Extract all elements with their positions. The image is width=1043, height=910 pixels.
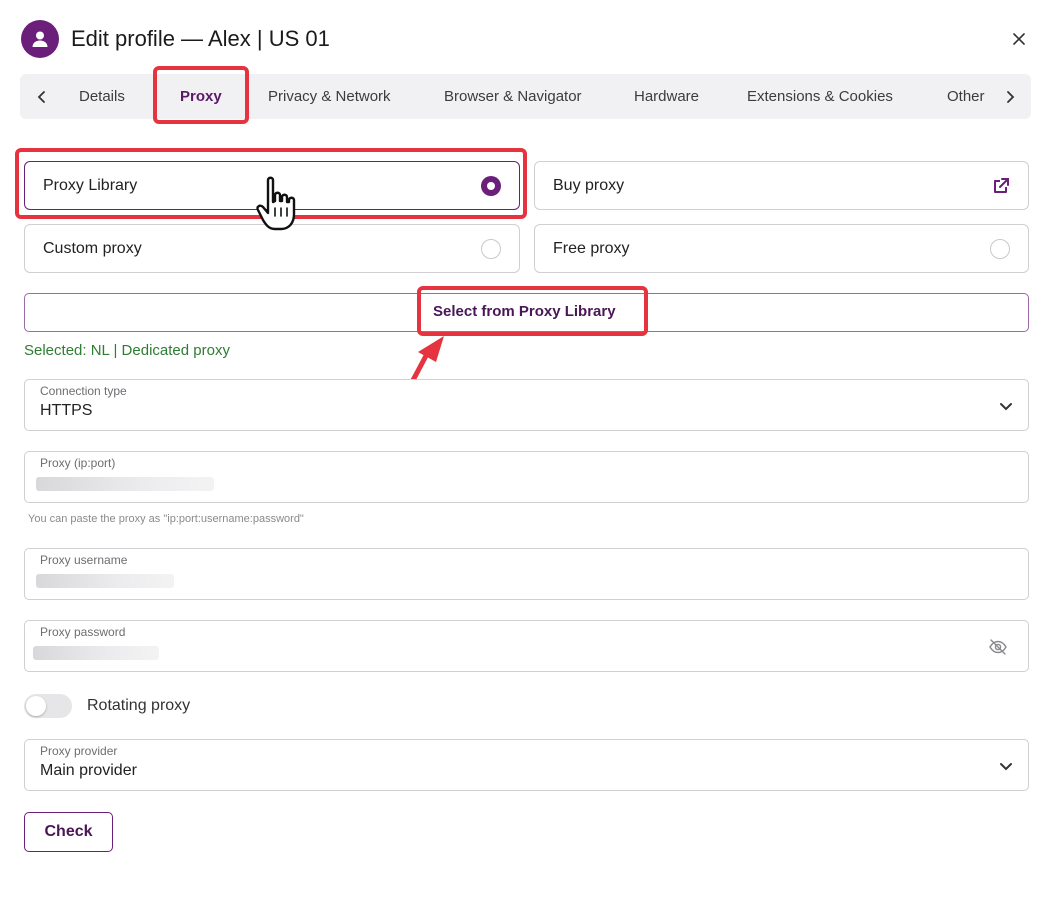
proxy-password-value-redacted bbox=[33, 646, 159, 660]
proxy-password-field[interactable]: Proxy password bbox=[24, 620, 1029, 672]
free-proxy-option[interactable]: Free proxy bbox=[534, 224, 1029, 273]
proxy-provider-label: Proxy provider bbox=[40, 744, 118, 758]
proxy-ip-port-field[interactable]: Proxy (ip:port) bbox=[24, 451, 1029, 503]
connection-type-select[interactable]: Connection type HTTPS bbox=[24, 379, 1029, 431]
custom-proxy-radio[interactable] bbox=[481, 238, 501, 259]
tab-privacy-network[interactable]: Privacy & Network bbox=[268, 74, 391, 119]
tab-details[interactable]: Details bbox=[79, 74, 125, 119]
chevron-right-icon bbox=[1007, 90, 1015, 103]
rotating-proxy-toggle[interactable] bbox=[24, 694, 72, 718]
proxy-password-label: Proxy password bbox=[40, 625, 126, 639]
select-from-library-button[interactable]: Select from Proxy Library bbox=[433, 303, 616, 320]
free-proxy-radio[interactable] bbox=[990, 238, 1010, 259]
proxy-ip-port-label: Proxy (ip:port) bbox=[40, 456, 116, 470]
tab-browser-navigator[interactable]: Browser & Navigator bbox=[444, 74, 582, 119]
proxy-library-radio[interactable] bbox=[481, 175, 501, 196]
chevron-down-icon bbox=[1000, 763, 1012, 771]
proxy-username-label: Proxy username bbox=[40, 553, 128, 567]
external-link-icon bbox=[994, 177, 1009, 193]
dialog-title: Edit profile — Alex | US 01 bbox=[71, 26, 330, 51]
proxy-provider-select[interactable]: Proxy provider Main provider bbox=[24, 739, 1029, 791]
user-icon bbox=[32, 31, 48, 47]
proxy-provider-value: Main provider bbox=[40, 762, 137, 779]
tab-hardware[interactable]: Hardware bbox=[634, 74, 699, 119]
hand-cursor-icon bbox=[256, 176, 296, 231]
eye-off-icon[interactable] bbox=[988, 637, 1008, 657]
selected-proxy-note: Selected: NL | Dedicated proxy bbox=[24, 342, 230, 359]
buy-proxy-option[interactable]: Buy proxy bbox=[534, 161, 1029, 210]
connection-type-value: HTTPS bbox=[40, 402, 93, 419]
tab-extensions-cookies[interactable]: Extensions & Cookies bbox=[747, 74, 893, 119]
close-button[interactable] bbox=[1009, 29, 1029, 49]
close-icon bbox=[1013, 33, 1025, 45]
tab-other[interactable]: Other bbox=[947, 74, 985, 119]
free-proxy-label: Free proxy bbox=[553, 239, 630, 257]
tab-proxy[interactable]: Proxy bbox=[180, 74, 222, 119]
tab-bar: Details Proxy Privacy & Network Browser … bbox=[20, 74, 1031, 119]
tab-scroll-right-button[interactable] bbox=[998, 74, 1022, 119]
proxy-ip-port-value-redacted bbox=[36, 477, 214, 491]
rotating-proxy-label: Rotating proxy bbox=[87, 697, 191, 714]
proxy-username-value-redacted bbox=[36, 574, 174, 588]
profile-avatar bbox=[21, 20, 59, 58]
chevron-left-icon bbox=[37, 90, 45, 103]
connection-type-label: Connection type bbox=[40, 384, 127, 398]
check-button[interactable]: Check bbox=[24, 812, 113, 852]
custom-proxy-label: Custom proxy bbox=[43, 239, 142, 257]
tab-scroll-left-button[interactable] bbox=[30, 74, 54, 119]
buy-proxy-label: Buy proxy bbox=[553, 176, 625, 194]
proxy-format-hint: You can paste the proxy as "ip:port:user… bbox=[28, 513, 304, 525]
proxy-username-field[interactable]: Proxy username bbox=[24, 548, 1029, 600]
chevron-down-icon bbox=[1000, 403, 1012, 411]
